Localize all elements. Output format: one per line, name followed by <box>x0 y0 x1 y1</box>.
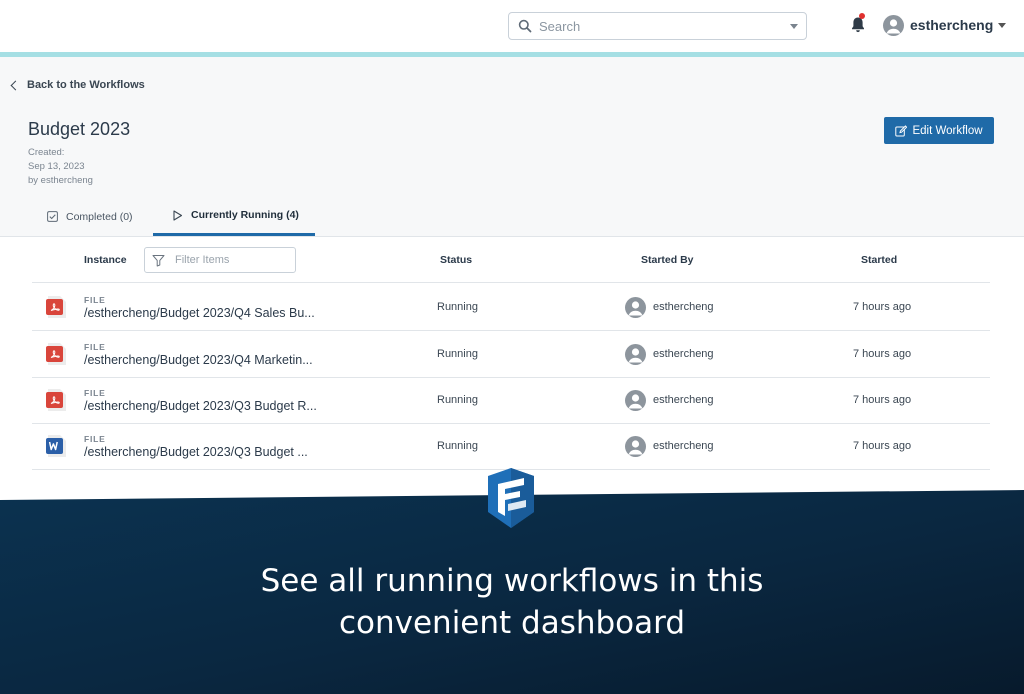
tab-currently-running-label: Currently Running (4) <box>191 209 299 221</box>
table-row[interactable]: FILE /esthercheng/Budget 2023/Q4 Sales B… <box>32 284 990 331</box>
row-type: FILE <box>84 388 106 398</box>
row-type: FILE <box>84 295 106 305</box>
row-started-by: esthercheng <box>653 348 714 360</box>
user-avatar-icon <box>625 390 646 411</box>
row-status: Running <box>437 394 478 406</box>
filecloud-logo <box>488 468 534 528</box>
play-icon <box>173 209 183 221</box>
word-file-icon <box>46 435 66 457</box>
back-link-label: Back to the Workflows <box>27 79 145 91</box>
workflow-header: Back to the Workflows Budget 2023 Create… <box>0 57 1024 237</box>
search-input[interactable] <box>539 16 779 36</box>
created-by: by esthercheng <box>28 175 93 186</box>
table-row[interactable]: FILE /esthercheng/Budget 2023/Q4 Marketi… <box>32 331 990 378</box>
chevron-down-icon <box>998 22 1007 28</box>
user-menu[interactable]: esthercheng <box>883 14 1007 36</box>
banner-tagline: See all running workflows in this conven… <box>0 560 1024 644</box>
user-avatar-icon <box>625 344 646 365</box>
top-navigation-bar: esthercheng <box>0 0 1024 52</box>
row-type: FILE <box>84 342 106 352</box>
tab-completed-label: Completed (0) <box>66 210 133 223</box>
user-avatar-icon <box>625 436 646 457</box>
tab-currently-running[interactable]: Currently Running (4) <box>153 197 315 236</box>
column-header-status[interactable]: Status <box>440 254 472 266</box>
created-date: Sep 13, 2023 <box>28 161 85 172</box>
table-row[interactable]: FILE /esthercheng/Budget 2023/Q3 Budget … <box>32 423 990 470</box>
row-file-path[interactable]: /esthercheng/Budget 2023/Q4 Marketin... <box>84 353 313 367</box>
filter-box[interactable] <box>144 247 296 273</box>
row-started: 7 hours ago <box>853 301 912 313</box>
filter-items-input[interactable] <box>175 252 290 268</box>
back-to-workflows-link[interactable]: Back to the Workflows <box>10 79 145 91</box>
row-started: 7 hours ago <box>853 394 912 406</box>
row-started-by: esthercheng <box>653 394 714 406</box>
row-file-path[interactable]: /esthercheng/Budget 2023/Q3 Budget R... <box>84 399 317 413</box>
edit-workflow-button[interactable]: Edit Workflow <box>884 117 994 144</box>
check-square-icon <box>47 211 58 222</box>
pdf-file-icon <box>46 296 66 318</box>
user-avatar-icon <box>625 297 646 318</box>
row-status: Running <box>437 348 478 360</box>
workflow-meta: Created: Sep 13, 2023 by esthercheng <box>28 146 93 188</box>
row-file-path[interactable]: /esthercheng/Budget 2023/Q3 Budget ... <box>84 445 308 459</box>
table-header: Instance Status Started By Started <box>32 237 990 283</box>
user-avatar-icon <box>883 14 904 36</box>
row-started: 7 hours ago <box>853 348 912 360</box>
tagline-line-1: See all running workflows in this <box>260 563 764 599</box>
row-status: Running <box>437 440 478 452</box>
row-started: 7 hours ago <box>853 440 912 452</box>
row-type: FILE <box>84 434 106 444</box>
pdf-file-icon <box>46 389 66 411</box>
tab-completed[interactable]: Completed (0) <box>47 197 133 236</box>
column-header-started[interactable]: Started <box>861 254 897 266</box>
search-dropdown-caret-icon[interactable] <box>790 24 798 29</box>
filter-icon <box>152 255 165 267</box>
page-title: Budget 2023 <box>28 119 131 139</box>
chevron-left-icon <box>10 80 21 90</box>
row-status: Running <box>437 301 478 313</box>
bell-icon[interactable] <box>850 16 866 34</box>
column-header-instance[interactable]: Instance <box>84 254 127 266</box>
tagline-line-2: convenient dashboard <box>338 605 686 641</box>
search-icon <box>518 19 532 33</box>
row-started-by: esthercheng <box>653 440 714 452</box>
row-file-path[interactable]: /esthercheng/Budget 2023/Q4 Sales Bu... <box>84 306 315 320</box>
created-label: Created: <box>28 147 65 158</box>
pdf-file-icon <box>46 343 66 365</box>
edit-icon <box>895 124 908 136</box>
edit-workflow-label: Edit Workflow <box>912 124 983 137</box>
tab-bar: Completed (0) Currently Running (4) <box>0 197 1024 237</box>
column-header-started-by[interactable]: Started By <box>641 254 694 266</box>
notification-dot <box>859 13 865 19</box>
table-row[interactable]: FILE /esthercheng/Budget 2023/Q3 Budget … <box>32 377 990 424</box>
search-box[interactable] <box>508 12 807 40</box>
row-started-by: esthercheng <box>653 301 714 313</box>
username-label: esthercheng <box>910 17 994 33</box>
